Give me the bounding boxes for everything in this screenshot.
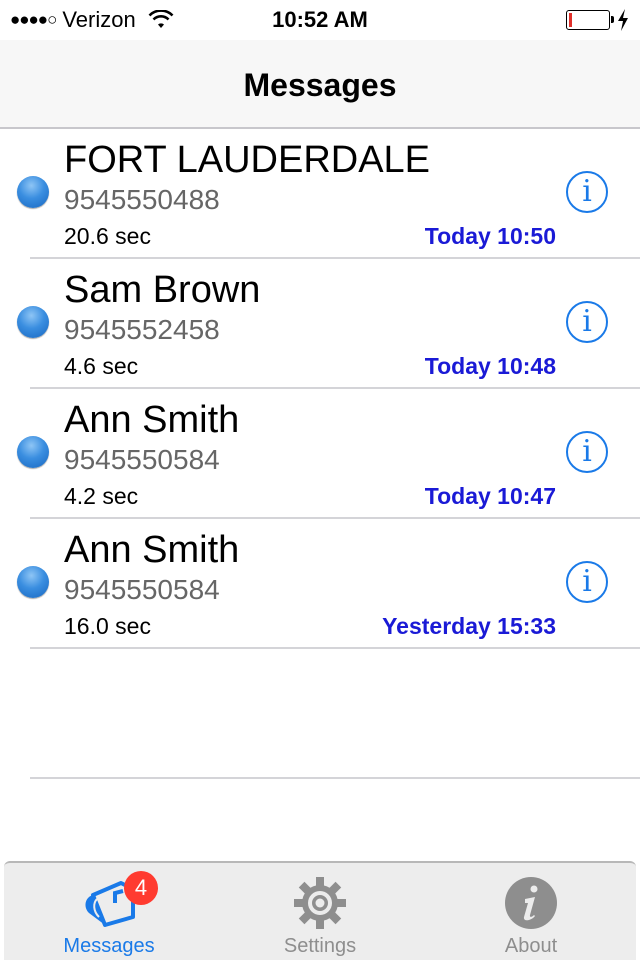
caller-phone: 9545550584	[64, 444, 220, 475]
caller-phone: 9545552458	[64, 314, 220, 345]
message-timestamp: Yesterday 15:33	[382, 613, 556, 639]
unread-dot-icon	[17, 436, 49, 468]
info-button[interactable]: i	[566, 431, 608, 473]
caller-name: Ann Smith	[64, 529, 240, 571]
caller-name: FORT LAUDERDALE	[64, 139, 431, 181]
unread-dot-icon	[17, 306, 49, 338]
unread-badge: 4	[124, 871, 158, 905]
message-duration: 4.6 sec	[64, 353, 139, 379]
unread-dot-icon	[17, 176, 49, 208]
message-duration: 4.2 sec	[64, 483, 139, 509]
tab-about[interactable]: About	[426, 863, 636, 960]
info-button[interactable]: i	[566, 171, 608, 213]
tab-settings[interactable]: Settings	[215, 863, 425, 960]
caller-name: Sam Brown	[64, 269, 261, 311]
message-timestamp: Today 10:48	[424, 353, 556, 379]
status-bar: ●●●●○ Verizon 10:52 AM	[0, 0, 640, 40]
tab-label: Messages	[63, 935, 155, 957]
tab-messages[interactable]: 4 Messages	[4, 863, 214, 960]
empty-row	[0, 649, 640, 779]
caller-phone: 9545550584	[64, 574, 220, 605]
tab-label: Settings	[283, 935, 357, 957]
tab-label: About	[504, 935, 558, 957]
unread-dot-icon	[17, 566, 49, 598]
battery-icon	[566, 10, 614, 30]
message-list: FORT LAUDERDALE 9545550488 20.6 sec Toda…	[0, 129, 640, 779]
message-row[interactable]: FORT LAUDERDALE 9545550488 20.6 sec Toda…	[0, 129, 640, 259]
message-duration: 16.0 sec	[64, 613, 151, 639]
message-duration: 20.6 sec	[64, 223, 151, 249]
battery-level	[569, 13, 573, 27]
gear-icon	[294, 877, 346, 929]
info-button[interactable]: i	[566, 301, 608, 343]
caller-name: Ann Smith	[64, 399, 240, 441]
navigation-bar: Messages	[0, 40, 640, 129]
tab-bar: 4 Messages Settings About	[4, 861, 636, 960]
message-row[interactable]: Ann Smith 9545550584 4.2 sec Today 10:47…	[0, 389, 640, 519]
info-button[interactable]: i	[566, 561, 608, 603]
charging-bolt-icon	[618, 9, 628, 31]
message-row[interactable]: Sam Brown 9545552458 4.6 sec Today 10:48…	[0, 259, 640, 389]
caller-phone: 9545550488	[64, 184, 220, 215]
message-row[interactable]: Ann Smith 9545550584 16.0 sec Yesterday …	[0, 519, 640, 649]
message-timestamp: Today 10:50	[424, 223, 556, 249]
message-timestamp: Today 10:47	[424, 483, 556, 509]
page-title: Messages	[243, 67, 397, 103]
info-circle-icon	[505, 877, 557, 929]
status-time: 10:52 AM	[272, 7, 368, 32]
